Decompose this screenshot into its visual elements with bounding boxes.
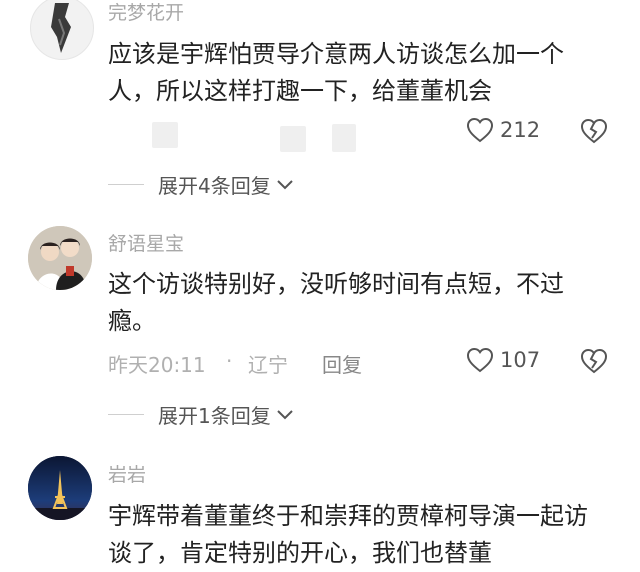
blurred-meta [152,122,178,148]
comment-username[interactable]: 完梦花开 [108,0,184,25]
blurred-meta [280,126,306,152]
chevron-down-icon [277,409,293,419]
comment-username[interactable]: 岩岩 [108,460,146,487]
expand-replies-button[interactable]: 展开4条回复 [108,170,295,199]
like-count: 212 [500,118,541,142]
heart-outline-icon [466,347,494,373]
comment-text: 宇辉带着董董终于和崇拜的贾樟柯导演一起访谈了，肯定特别的开心，我们也替董 [108,502,588,567]
meta-separator: · [226,349,233,373]
expand-replies-label: 展开1条回复 [158,404,271,428]
comment-username[interactable]: 舒语星宝 [108,229,184,256]
like-button[interactable]: 107 [466,347,540,373]
dislike-button[interactable] [580,118,608,148]
avatar[interactable] [28,456,92,520]
avatar[interactable] [28,226,92,290]
blurred-meta [332,124,356,152]
chevron-down-icon [277,179,293,189]
comment-time: 昨天20:11 [108,353,206,377]
comment-text: 这个访谈特别好，没听够时间有点短，不过瘾。 [108,270,564,335]
broken-heart-icon [580,348,608,374]
avatar[interactable] [30,0,94,60]
reply-button[interactable]: 回复 [322,349,362,378]
expand-replies-label: 展开4条回复 [158,174,271,198]
like-count: 107 [500,348,541,372]
expand-replies-button[interactable]: 展开1条回复 [108,400,295,429]
comment-location: 辽宁 [248,353,288,377]
comment-text: 应该是宇辉怕贾导介意两人访谈怎么加一个人，所以这样打趣一下，给董董机会 [108,40,564,105]
like-button[interactable]: 212 [466,117,540,143]
heart-outline-icon [466,117,494,143]
divider-line [108,414,144,415]
broken-heart-icon [580,118,608,144]
dislike-button[interactable] [580,348,608,378]
divider-line [108,184,144,185]
